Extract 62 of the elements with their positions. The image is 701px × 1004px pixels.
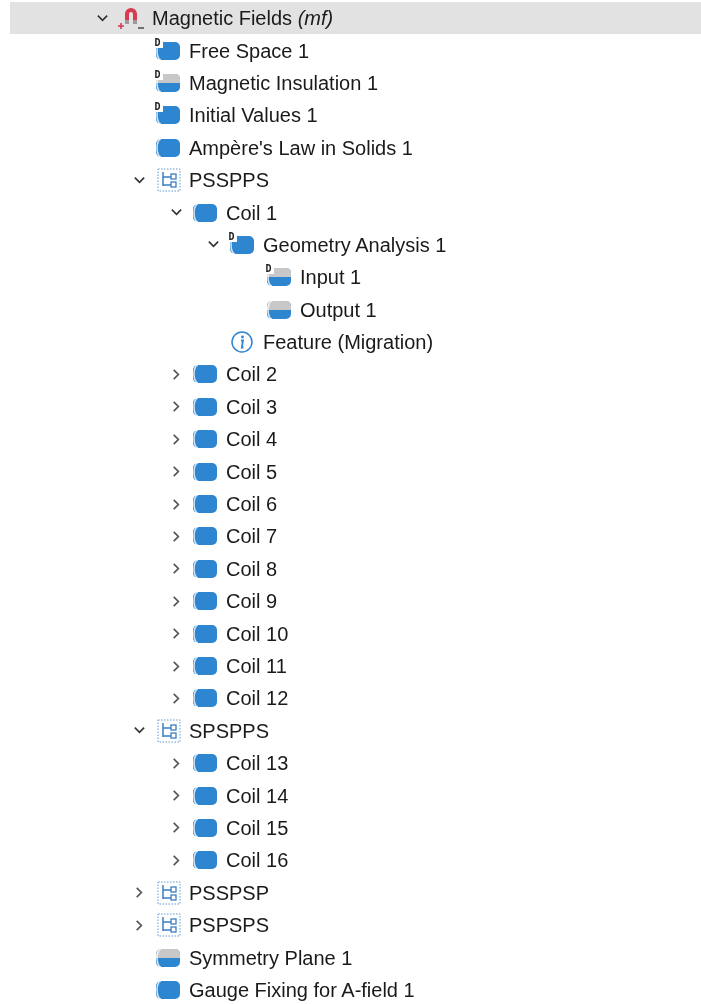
- tree-row[interactable]: PSPSPS: [10, 908, 701, 942]
- tree-row[interactable]: SPSPPS: [10, 714, 701, 747]
- tree-row[interactable]: Coil 13: [10, 747, 701, 780]
- tree-row[interactable]: D Free Space 1: [10, 34, 701, 67]
- tree-item-label: Coil 2: [226, 362, 278, 387]
- tree-item-label: Coil 1: [226, 200, 278, 225]
- tree-item-label: Coil 12: [226, 686, 289, 711]
- tree-item-label: SPSPPS: [189, 718, 270, 743]
- tree-row[interactable]: PSSPPS: [10, 163, 701, 197]
- tree-item-label: Symmetry Plane 1: [189, 945, 353, 970]
- tree-item-label: Coil 11: [226, 654, 287, 678]
- tree-row[interactable]: Coil 15: [10, 811, 701, 845]
- tree-row[interactable]: Magnetic Fields (mf): [10, 2, 701, 35]
- tree-row[interactable]: Coil 4: [10, 423, 701, 456]
- tree-item-label: PSPSPS: [189, 913, 270, 938]
- tree-row[interactable]: D Geometry Analysis 1: [10, 228, 701, 262]
- tree-item-label: PSSPSP: [189, 880, 270, 905]
- tree-row[interactable]: PSSPSP: [10, 876, 701, 909]
- tree-row[interactable]: D Magnetic Insulation 1: [10, 66, 701, 100]
- tree-row[interactable]: Coil 2: [10, 358, 701, 391]
- tree-row[interactable]: Coil 6: [10, 487, 701, 521]
- tree-item-label: Magnetic Insulation 1: [189, 70, 378, 95]
- tree-row[interactable]: Coil 11: [10, 649, 701, 683]
- tree-item-label: Coil 3: [226, 394, 278, 419]
- tree-item-label: Coil 16: [226, 848, 289, 873]
- tree-item-label: Input 1: [300, 265, 362, 290]
- tree-row[interactable]: Output 1: [10, 293, 701, 326]
- tree-row[interactable]: Coil 3: [10, 390, 701, 424]
- tree-row[interactable]: Coil 1: [10, 196, 701, 229]
- tree-item-label: Coil 4: [226, 427, 278, 452]
- tree-row[interactable]: Coil 14: [10, 779, 701, 812]
- tree-item-label: Coil 13: [226, 751, 289, 776]
- tree-item-label: Coil 10: [226, 621, 289, 646]
- tree-row[interactable]: Ampère's Law in Solids 1: [10, 131, 701, 164]
- tree-item-label: Ampère's Law in Solids 1: [189, 135, 413, 160]
- tree-row[interactable]: Coil 16: [10, 844, 701, 877]
- tree-item-label: Feature (Migration): [263, 330, 434, 355]
- tree-row[interactable]: D Initial Values 1: [10, 99, 701, 132]
- tree-row[interactable]: Symmetry Plane 1: [10, 941, 701, 974]
- tree-item-label: Coil 7: [226, 524, 278, 549]
- tree-item-label: Initial Values 1: [189, 103, 318, 128]
- tree-item-label: Free Space 1: [189, 38, 310, 63]
- tree-item-label: Coil 8: [226, 556, 278, 581]
- tree-item-label: Coil 6: [226, 492, 278, 517]
- tree-item-label: Gauge Fixing for A-field 1: [189, 977, 415, 1002]
- tree-row[interactable]: Coil 8: [10, 552, 701, 586]
- tree-item-label: Geometry Analysis 1: [263, 232, 447, 257]
- tree-row[interactable]: Coil 7: [10, 520, 701, 553]
- tree-item-label: Magnetic Fields (mf): [152, 6, 334, 31]
- tree-row[interactable]: Feature (Migration): [10, 325, 701, 359]
- tree-row[interactable]: Coil 12: [10, 682, 701, 715]
- tree-item-label: Output 1: [300, 297, 377, 322]
- tree-item-label: Coil 9: [226, 589, 278, 614]
- tree-row[interactable]: Coil 10: [10, 617, 701, 650]
- tree-row[interactable]: Coil 9: [10, 585, 701, 618]
- tree-row[interactable]: D Input 1: [10, 261, 701, 294]
- tree-row[interactable]: Coil 5: [10, 455, 701, 488]
- tree-item-label: Coil 14: [226, 783, 289, 808]
- tree-row[interactable]: Gauge Fixing for A-field 1: [10, 973, 701, 1004]
- tree-item-label: Coil 15: [226, 815, 289, 840]
- tree-item-label: PSSPPS: [189, 168, 270, 193]
- tree-item-label: Coil 5: [226, 459, 278, 484]
